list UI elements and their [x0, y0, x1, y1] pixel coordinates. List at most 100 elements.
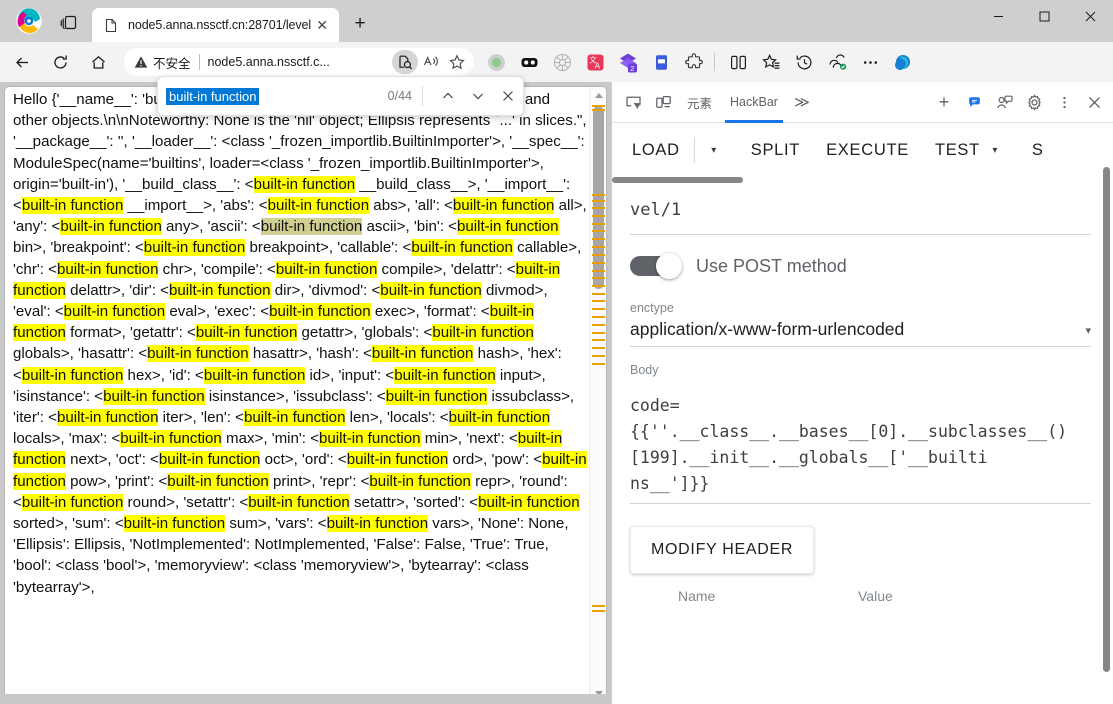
toolbar-divider [714, 53, 715, 71]
find-highlight: built-in function [275, 260, 378, 278]
devtools-tab-elements[interactable]: 元素 [678, 82, 721, 123]
body-field[interactable]: code= {{''.__class__.__bases__[0].__subc… [630, 393, 1091, 504]
translate-icon[interactable]: 文 A [580, 47, 610, 77]
page-text-run: round>, 'setattr': < [123, 493, 249, 511]
find-previous-button[interactable] [433, 81, 463, 111]
new-tab-button[interactable]: + [345, 9, 375, 39]
more-tabs-icon[interactable]: ≫ [787, 87, 817, 117]
svg-text:A: A [594, 61, 600, 70]
page-text-run: oct>, 'ord': < [260, 451, 347, 469]
hackbar-load-button[interactable]: LOAD [630, 135, 682, 166]
home-icon[interactable] [82, 46, 114, 78]
hackbar-hscroll-thumb[interactable] [612, 177, 743, 183]
devtools-close-icon[interactable] [1079, 87, 1109, 117]
page-search-icon[interactable] [392, 50, 418, 74]
more-dots-icon[interactable] [855, 47, 885, 77]
devtools-tab-hackbar[interactable]: HackBar [721, 82, 787, 123]
device-toolbar-icon[interactable] [648, 87, 678, 117]
find-close-button[interactable] [493, 81, 523, 111]
find-next-button[interactable] [463, 81, 493, 111]
page-content-area: Hello {'__name__': 'builtins', '__doc__'… [0, 82, 611, 704]
dark-reader-icon[interactable] [514, 47, 544, 77]
close-button[interactable] [1067, 0, 1113, 32]
account-icon[interactable] [989, 87, 1019, 117]
find-input[interactable]: built-in function [166, 87, 260, 105]
page-text-run: Hello {'__name__': ' [13, 91, 145, 108]
purple-layers-icon[interactable]: 2 [613, 47, 643, 77]
back-arrow-icon[interactable] [6, 46, 38, 78]
minimize-button[interactable] [975, 0, 1021, 32]
find-highlight: built-in function [56, 409, 159, 427]
add-tab-icon[interactable]: + [929, 87, 959, 117]
add-tab-label: + [938, 91, 950, 112]
chevron-down-icon[interactable]: ▾ [1085, 324, 1091, 340]
blue-note-icon[interactable] [646, 47, 676, 77]
use-post-method-toggle[interactable] [630, 253, 684, 279]
find-match-tick [592, 215, 605, 217]
hackbar-url-value[interactable]: vel/1 [630, 195, 1091, 227]
find-highlight: built-in function [158, 451, 261, 469]
hackbar-vscroll-thumb[interactable] [1103, 167, 1110, 672]
find-highlight: built-in function [248, 493, 350, 511]
read-aloud-icon[interactable] [418, 50, 444, 74]
address-bar[interactable]: 不安全 node5.anna.nssctf.c... [124, 48, 474, 76]
toolbar-extensions: 文 A 2 [478, 47, 918, 77]
collections-icon[interactable] [822, 47, 852, 77]
page-scrollbar[interactable] [589, 87, 606, 699]
issues-badge-icon[interactable] [959, 87, 989, 117]
page-text-run: exec>, 'format': < [370, 303, 490, 321]
find-match-tick [592, 316, 605, 318]
find-highlight: built-in function [478, 493, 580, 511]
split-screen-icon[interactable] [723, 47, 753, 77]
body-label: Body [630, 363, 659, 377]
hackbar-test-caret-icon[interactable]: ▾ [982, 145, 1008, 156]
page-text-run: isinstance>, 'issubclass': < [204, 387, 386, 405]
use-post-method-row[interactable]: Use POST method [630, 253, 1091, 279]
enctype-select[interactable]: application/x-www-form-urlencoded ▾ [630, 319, 1091, 347]
hackbar-vertical-scrollbar[interactable] [1103, 167, 1111, 687]
hackbar-test-button[interactable]: TEST [933, 135, 982, 166]
scroll-up-arrow-icon[interactable] [590, 87, 606, 104]
page-text-run: globals>, 'hasattr': < [13, 345, 148, 363]
star-icon[interactable] [444, 50, 470, 74]
page-text-run: compile>, 'delattr': < [377, 260, 516, 278]
history-icon[interactable] [789, 47, 819, 77]
modify-header-button[interactable]: MODIFY HEADER [630, 526, 815, 574]
find-highlight: built-in function [21, 366, 124, 384]
maximize-button[interactable] [1021, 0, 1067, 32]
page-text-run: print>, 'repr': < [268, 472, 370, 490]
gear-icon[interactable] [1019, 87, 1049, 117]
browser-tab[interactable]: node5.anna.nssctf.cn:28701/level ✕ [92, 8, 340, 42]
hackbar-execute-button[interactable]: EXECUTE [824, 135, 911, 166]
find-match-tick [592, 270, 605, 272]
address-bar-url[interactable]: node5.anna.nssctf.c... [208, 55, 392, 69]
green-dot-icon[interactable] [481, 47, 511, 77]
hackbar-url-field[interactable]: vel/1 [630, 191, 1091, 235]
find-match-tick [592, 339, 605, 341]
page-text-run: abs>, 'all': < [369, 197, 453, 215]
page-text-run: breakpoint>, 'callable': < [245, 239, 412, 257]
tab-collections-icon[interactable] [52, 5, 86, 39]
kebab-menu-icon[interactable] [1049, 87, 1079, 117]
tab-close-button[interactable]: ✕ [311, 14, 333, 36]
body-code-value[interactable]: code= {{''.__class__.__bases__[0].__subc… [630, 393, 1091, 497]
hackbar-overflow-button[interactable]: S [1030, 135, 1046, 166]
page-text-run: pow>, 'print': < [65, 472, 168, 490]
inspect-element-icon[interactable] [618, 87, 648, 117]
page-text-run: ord>, 'pow': < [448, 451, 543, 469]
title-bar: node5.anna.nssctf.cn:28701/level ✕ + [0, 0, 1113, 42]
extensions-puzzle-icon[interactable] [679, 47, 709, 77]
page-text-run: format>, 'getattr': < [65, 324, 196, 342]
page-text-run: chr>, 'compile': < [158, 260, 276, 278]
wheel-icon[interactable] [547, 47, 577, 77]
find-match-tick [592, 238, 605, 240]
devtools-tab-bar: 元素 HackBar ≫ + [612, 82, 1113, 123]
page-body-text: Hello {'__name__': 'builtins', '__doc__'… [13, 89, 587, 598]
hackbar-load-caret-icon[interactable]: ▾ [701, 145, 727, 156]
security-warning[interactable]: 不安全 [134, 53, 191, 72]
copilot-icon[interactable] [888, 47, 918, 77]
hackbar-split-button[interactable]: SPLIT [749, 135, 802, 166]
hackbar-horizontal-scrollbar[interactable] [612, 177, 1113, 185]
favorites-icon[interactable] [756, 47, 786, 77]
reload-icon[interactable] [44, 46, 76, 78]
